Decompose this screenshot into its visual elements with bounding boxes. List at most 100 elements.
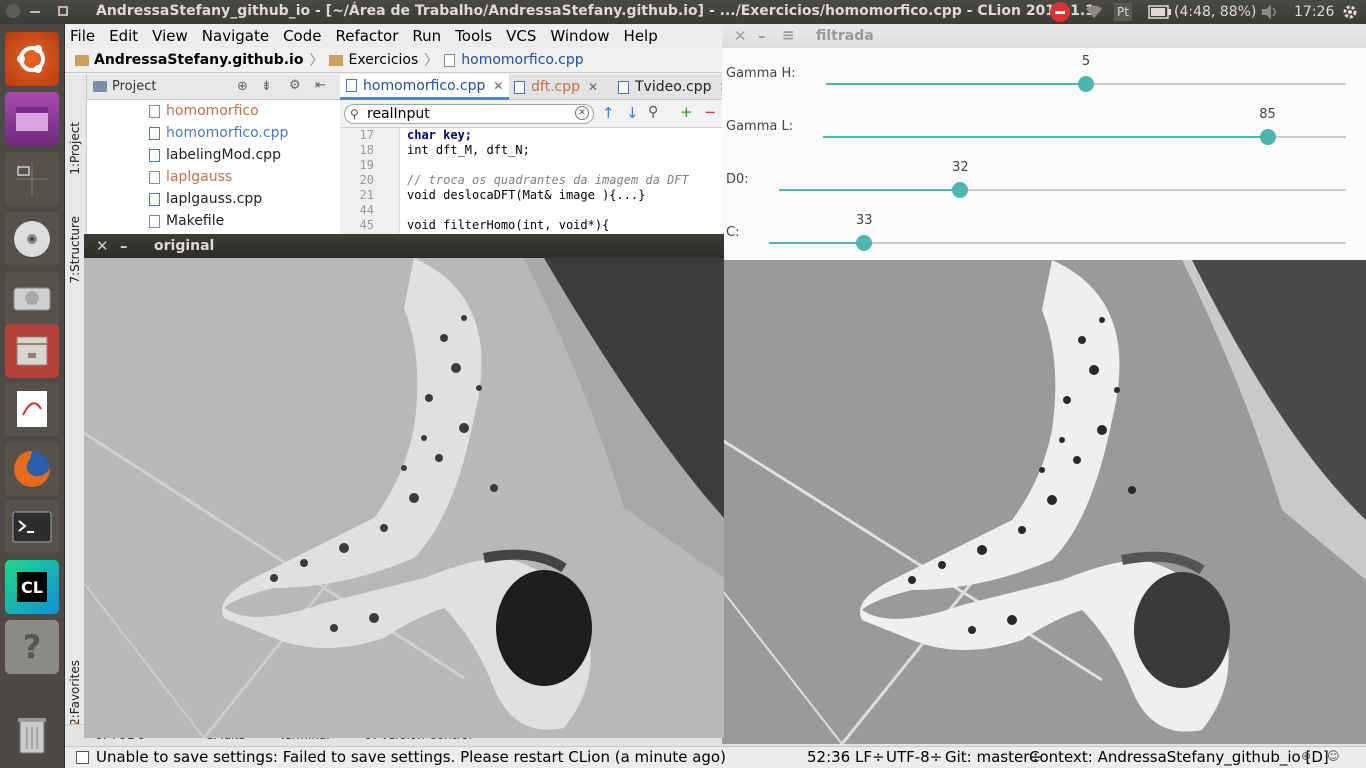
- tool-windows-toggle-icon[interactable]: [76, 751, 89, 764]
- menu-code[interactable]: Code: [283, 27, 321, 45]
- close-icon[interactable]: ✕: [588, 80, 598, 94]
- close-icon[interactable]: ✕: [734, 27, 747, 45]
- menu-run[interactable]: Run: [412, 27, 441, 45]
- context-selector[interactable]: Context: AndressaStefany_github_io [D]: [1029, 748, 1329, 766]
- window-minimize-button[interactable]: [30, 11, 40, 13]
- find-bar: ⚲ realInput ✕ ↑ ↓ ⚲ + −: [340, 100, 725, 128]
- inspector-icon[interactable]: ☺: [1327, 749, 1340, 763]
- code-line: 45 void filterHomo(int, void*){: [359, 218, 610, 232]
- project-panel-title[interactable]: Project: [112, 79, 156, 94]
- keyboard-indicator[interactable]: Pt: [1114, 3, 1132, 21]
- wifi-icon[interactable]: [1084, 0, 1104, 24]
- menu-view[interactable]: View: [152, 27, 188, 45]
- shutdown-icon[interactable]: [1050, 0, 1070, 24]
- menu-tools[interactable]: Tools: [455, 27, 492, 45]
- code-line: 20 // troca os quadrantes da imagem da D…: [359, 173, 689, 187]
- editor-tabs: homomorfico.cpp ✕ dft.cpp ✕ Tvideo.cpp ✕: [340, 74, 730, 100]
- caret-position[interactable]: 52:36: [807, 748, 850, 766]
- code-editor[interactable]: 17 char key; 18 int dft_M, dft_N; 19 20 …: [340, 128, 725, 238]
- minimize-icon[interactable]: –: [120, 237, 128, 255]
- clion-icon[interactable]: CL: [5, 560, 59, 614]
- collapse-icon[interactable]: ⇟: [261, 79, 272, 94]
- firefox-icon[interactable]: [5, 442, 59, 496]
- clock[interactable]: 17:26: [1294, 0, 1334, 24]
- slider-knob[interactable]: [1078, 76, 1094, 92]
- code-line: 19: [359, 158, 374, 172]
- breadcrumb-root[interactable]: AndressaStefany.github.io: [94, 52, 303, 68]
- minimize-icon[interactable]: –: [758, 27, 766, 45]
- menu-window[interactable]: Window: [550, 27, 609, 45]
- media-app-icon[interactable]: [5, 92, 59, 146]
- disk-icon[interactable]: [5, 272, 59, 326]
- window-maximize-button[interactable]: [58, 6, 68, 16]
- files-icon[interactable]: [5, 324, 59, 378]
- lock-icon[interactable]: ⊕: [1301, 749, 1311, 763]
- help-icon[interactable]: ?: [5, 620, 59, 674]
- tab-structure[interactable]: 7:Structure: [68, 216, 82, 284]
- settings-gear-icon[interactable]: [1342, 0, 1358, 24]
- tab-project[interactable]: 1:Project: [68, 122, 82, 175]
- list-item[interactable]: homomorfico.cpp: [149, 122, 288, 144]
- add-selection-icon[interactable]: +: [680, 103, 693, 121]
- slider-value: 5: [1081, 54, 1091, 69]
- workspaces-icon[interactable]: [5, 152, 59, 206]
- ubuntu-dash-icon[interactable]: [5, 32, 59, 86]
- list-item[interactable]: laplgauss.cpp: [149, 188, 262, 210]
- slider-value: 33: [855, 213, 873, 228]
- menu-edit[interactable]: Edit: [109, 27, 138, 45]
- slider-fill: [769, 242, 865, 244]
- tab-homomorfico-cpp[interactable]: homomorfico.cpp ✕: [340, 74, 510, 100]
- list-item[interactable]: labelingMod.cpp: [149, 144, 281, 166]
- tab-tvideo-cpp[interactable]: Tvideo.cpp ✕: [612, 74, 736, 100]
- menu-refactor[interactable]: Refactor: [335, 27, 398, 45]
- dvd-icon[interactable]: [5, 212, 59, 266]
- remove-selection-icon[interactable]: −: [704, 103, 717, 121]
- code-line: 21 void deslocaDFT(Mat& image ){...}: [359, 188, 646, 202]
- breadcrumb: AndressaStefany.github.io 〉 Exercicios 〉…: [65, 48, 725, 73]
- slider-value: 85: [1259, 107, 1276, 122]
- window-close-button[interactable]: [6, 4, 20, 18]
- tab-favorites[interactable]: 2:Favorites: [68, 660, 82, 726]
- document-viewer-icon[interactable]: [5, 382, 59, 436]
- terminal-icon[interactable]: [5, 500, 59, 554]
- list-item[interactable]: homomorfico: [149, 100, 259, 122]
- breadcrumb-file[interactable]: homomorfico.cpp: [461, 52, 583, 68]
- previous-occurrence-icon[interactable]: ↑: [602, 104, 615, 122]
- git-branch[interactable]: Git: master÷: [945, 748, 1042, 766]
- menu-icon[interactable]: ≡: [782, 26, 795, 44]
- menu-vcs[interactable]: VCS: [506, 27, 536, 45]
- line-separator[interactable]: LF÷: [855, 748, 885, 766]
- status-message[interactable]: Unable to save settings: Failed to save …: [96, 748, 726, 766]
- hide-panel-icon[interactable]: ⇤: [315, 78, 326, 93]
- file-encoding[interactable]: UTF-8÷: [886, 748, 942, 766]
- code-line: 18 int dft_M, dft_N;: [359, 143, 530, 157]
- gear-icon[interactable]: ⚙: [289, 78, 301, 93]
- clear-search-icon[interactable]: ✕: [575, 106, 589, 120]
- next-occurrence-icon[interactable]: ↓: [626, 104, 639, 122]
- breadcrumb-folder[interactable]: Exercicios: [348, 52, 418, 68]
- slider-track[interactable]: [779, 189, 1346, 191]
- chevron-right-icon: 〉: [424, 53, 439, 69]
- close-icon[interactable]: ✕: [96, 237, 109, 255]
- menu-file[interactable]: File: [70, 27, 95, 45]
- slider-knob[interactable]: [1259, 129, 1276, 145]
- project-panel-header: Project ⊕ ⇟ ⚙ ⇤: [87, 74, 340, 100]
- code-line: 17 char key;: [359, 128, 473, 142]
- find-all-icon[interactable]: ⚲: [648, 104, 658, 120]
- close-icon[interactable]: ✕: [493, 79, 503, 93]
- trash-icon[interactable]: [5, 708, 59, 762]
- sync-icon[interactable]: ⊕: [237, 79, 248, 94]
- list-item[interactable]: Makefile: [149, 210, 224, 232]
- volume-icon[interactable]: [1260, 0, 1280, 24]
- slider-fill: [823, 136, 1268, 138]
- tab-dft-cpp[interactable]: dft.cpp ✕: [508, 74, 604, 100]
- menu-navigate[interactable]: Navigate: [202, 27, 269, 45]
- search-input[interactable]: ⚲ realInput ✕: [344, 104, 594, 124]
- battery-icon[interactable]: [1148, 0, 1172, 24]
- list-item[interactable]: laplgauss: [149, 166, 232, 188]
- slider-knob[interactable]: [952, 182, 969, 198]
- menu-help[interactable]: Help: [624, 27, 658, 45]
- battery-status[interactable]: (4:48, 88%): [1174, 0, 1256, 24]
- filtrada-window: ✕ – ≡ filtrada Gamma H: 5 Gamma L: 85 D0…: [722, 24, 1366, 744]
- slider-knob[interactable]: [856, 235, 873, 251]
